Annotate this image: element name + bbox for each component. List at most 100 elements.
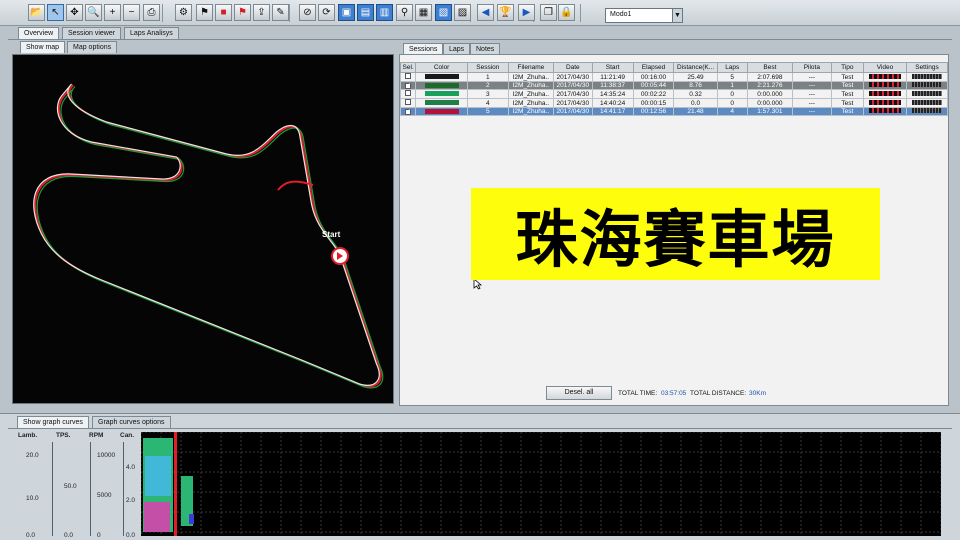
select-checkbox[interactable] xyxy=(405,99,412,105)
qr-icon[interactable]: ▦ xyxy=(415,4,432,21)
mode-select[interactable]: Modo1 ▼ xyxy=(605,8,683,23)
open-icon[interactable]: 📂 xyxy=(28,4,45,21)
cell-settings[interactable] xyxy=(905,107,949,116)
channel-label: Can. xyxy=(120,432,135,439)
export-icon[interactable]: ⇪ xyxy=(253,4,270,21)
cell-settings[interactable] xyxy=(905,72,949,82)
tab-session-viewer[interactable]: Session viewer xyxy=(62,27,122,39)
tab-show-map[interactable]: Show map xyxy=(20,41,66,53)
axis-tick-label: 0 xyxy=(97,532,101,539)
column-header[interactable]: Elapsed xyxy=(632,62,675,73)
column-header[interactable]: Pilota xyxy=(791,62,832,73)
color-swatch[interactable] xyxy=(424,108,459,114)
zoom-out-icon[interactable]: − xyxy=(123,4,140,21)
column-header[interactable]: Video xyxy=(862,62,907,73)
settings-icon[interactable] xyxy=(911,108,942,113)
settings-icon[interactable] xyxy=(911,99,942,105)
table-row[interactable]: 4 I2M_Zhuha.. 2017/04/30 14:40:24 00:00:15 0.… xyxy=(399,98,949,108)
cell-select[interactable] xyxy=(399,98,417,108)
table-row[interactable]: ✓ 5 I2M_Zhuha.. 2017/04/30 14:41:17 00:12:56 2… xyxy=(399,107,949,116)
deselect-all-button[interactable]: Desel. all xyxy=(546,386,612,400)
table-row[interactable]: ✓ 2 I2M_Zhuha.. 2017/04/30 11:38:37 00:05:44 8… xyxy=(399,81,949,90)
tab-map-options[interactable]: Map options xyxy=(67,41,118,53)
select-checkbox[interactable]: ✓ xyxy=(405,109,411,115)
cell-settings[interactable] xyxy=(905,98,949,108)
settings-icon[interactable] xyxy=(911,82,942,87)
flag-icon[interactable]: ⚑ xyxy=(196,4,213,21)
cell-select[interactable] xyxy=(399,72,417,82)
cell-color[interactable] xyxy=(415,107,468,116)
tab-laps-analisys[interactable]: Laps Analisys xyxy=(124,27,179,39)
trophy-icon[interactable]: 🏆 xyxy=(497,4,514,21)
cell-select[interactable]: ✓ xyxy=(399,81,417,90)
red-square-icon[interactable]: ■ xyxy=(215,4,232,21)
color-swatch[interactable] xyxy=(424,74,459,80)
zoom-icon[interactable]: 🔍 xyxy=(85,4,102,21)
column-header[interactable]: Filename xyxy=(507,62,554,73)
no-icon[interactable]: ⊘ xyxy=(299,4,316,21)
grid1-icon[interactable]: ▣ xyxy=(338,4,355,21)
color-swatch[interactable] xyxy=(424,82,459,88)
film-icon[interactable]: ▨ xyxy=(454,4,471,21)
cell-video[interactable] xyxy=(862,81,907,90)
video-icon[interactable] xyxy=(868,108,901,113)
column-header[interactable]: Best xyxy=(746,62,793,73)
select-checkbox[interactable]: ✓ xyxy=(405,83,411,89)
gear-icon[interactable]: ⚙ xyxy=(175,4,192,21)
settings-icon[interactable] xyxy=(911,73,942,79)
graph-icon[interactable]: ⚲ xyxy=(396,4,413,21)
red-flag-icon[interactable]: ⚑ xyxy=(234,4,251,21)
track-map[interactable]: Start xyxy=(12,54,394,404)
column-header[interactable]: Date xyxy=(552,62,593,73)
table-row[interactable]: 1 I2M_Zhuha.. 2017/04/30 11:21:49 00:16:00 25… xyxy=(399,72,949,82)
column-header[interactable]: Sel. xyxy=(399,62,417,73)
cell-settings[interactable] xyxy=(905,89,949,99)
tab-graph-curves-options[interactable]: Graph curves options xyxy=(92,416,171,428)
video-icon[interactable] xyxy=(868,99,901,105)
video-icon[interactable] xyxy=(868,90,901,96)
cell-select[interactable] xyxy=(399,89,417,99)
chat-icon[interactable]: ✎ xyxy=(272,4,289,21)
cell-video[interactable] xyxy=(862,98,907,108)
lock-icon[interactable]: 🔒 xyxy=(558,4,575,21)
cell-settings[interactable] xyxy=(905,81,949,90)
select-checkbox[interactable] xyxy=(405,73,412,79)
color-swatch[interactable] xyxy=(424,100,459,106)
image-icon[interactable]: ▧ xyxy=(435,4,452,21)
cell-video[interactable] xyxy=(862,89,907,99)
tab-show-graph-curves[interactable]: Show graph curves xyxy=(17,416,89,428)
copy-icon[interactable]: ❐ xyxy=(540,4,557,21)
select-checkbox[interactable] xyxy=(405,90,412,96)
move-icon[interactable]: ✥ xyxy=(66,4,83,21)
graph-plot[interactable] xyxy=(140,431,942,536)
cell-select[interactable]: ✓ xyxy=(399,107,417,116)
table-row[interactable]: 3 I2M_Zhuha.. 2017/04/30 14:35:24 00:02:22 0.… xyxy=(399,89,949,99)
column-header[interactable]: Settings xyxy=(905,62,949,73)
cell-color[interactable] xyxy=(415,98,468,108)
cell-video[interactable] xyxy=(862,107,907,116)
chevron-down-icon[interactable]: ▼ xyxy=(672,9,682,22)
color-swatch[interactable] xyxy=(424,91,459,97)
zoom-in-icon[interactable]: + xyxy=(104,4,121,21)
tab-overview[interactable]: Overview xyxy=(18,27,60,39)
next-icon[interactable]: ▶ xyxy=(518,4,535,21)
grid2-icon[interactable]: ▤ xyxy=(357,4,374,21)
grid3-icon[interactable]: ▥ xyxy=(376,4,393,21)
column-header[interactable]: Distance(K... xyxy=(673,62,718,73)
cell-color[interactable] xyxy=(415,72,468,82)
prev-icon[interactable]: ◀ xyxy=(477,4,494,21)
print-icon[interactable]: ⎙ xyxy=(143,4,160,21)
column-header[interactable]: Laps xyxy=(716,62,748,73)
video-icon[interactable] xyxy=(868,82,901,87)
video-icon[interactable] xyxy=(868,73,901,79)
settings-icon[interactable] xyxy=(911,90,942,96)
column-header[interactable]: Session xyxy=(466,62,509,73)
sync-icon[interactable]: ⟳ xyxy=(318,4,335,21)
column-header[interactable]: Tipo xyxy=(830,62,864,73)
column-header[interactable]: Color xyxy=(415,62,468,73)
select-icon[interactable]: ↖ xyxy=(47,4,64,21)
cell-video[interactable] xyxy=(862,72,907,82)
column-header[interactable]: Start xyxy=(591,62,634,73)
cell-color[interactable] xyxy=(415,81,468,90)
cell-color[interactable] xyxy=(415,89,468,99)
